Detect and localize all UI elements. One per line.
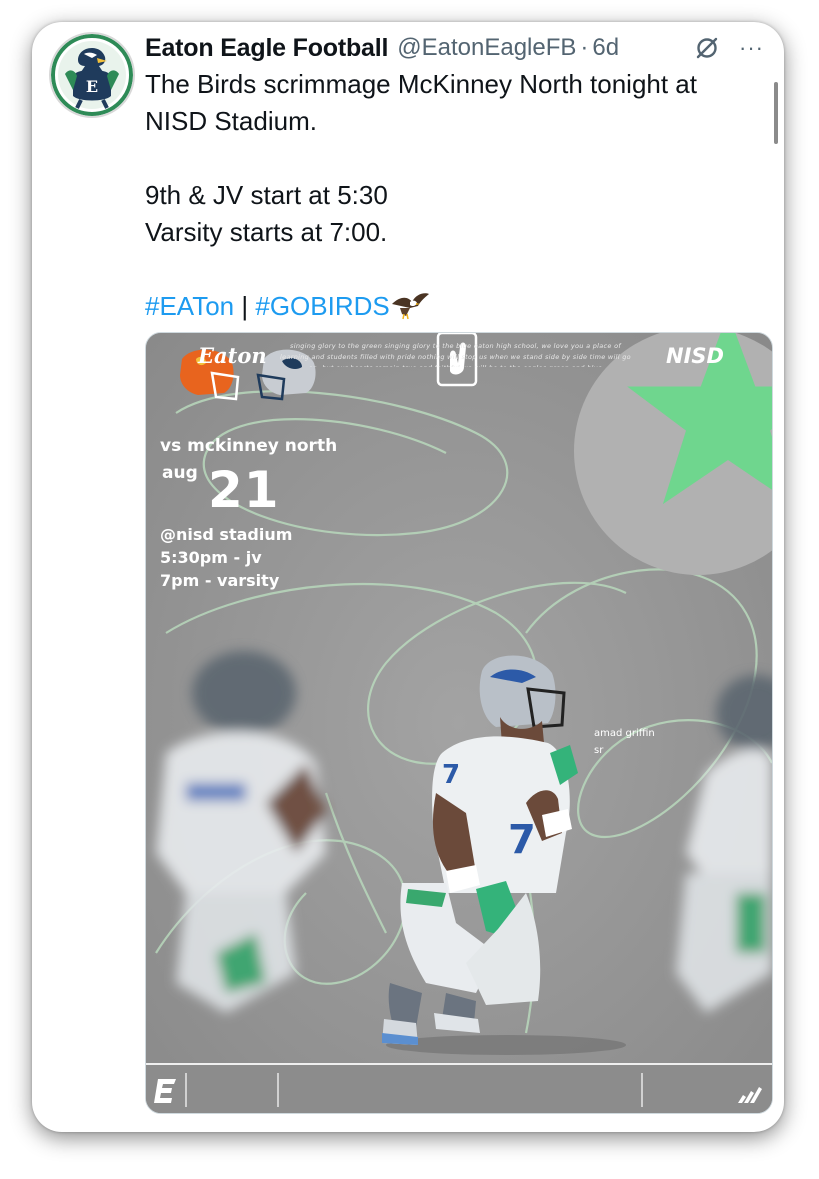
more-options-icon[interactable]: ···: [739, 35, 764, 61]
hashtag-gobirds[interactable]: #GOBIRDS: [255, 291, 389, 321]
eagle-mascot-icon: E: [51, 34, 133, 116]
grok-icon[interactable]: [693, 34, 721, 62]
tweet-text-line: 9th & JV start at 5:30: [145, 180, 388, 210]
tweet-card[interactable]: E Eaton Eagle Football @EatonEagleFB · 6…: [32, 22, 784, 1132]
post-time[interactable]: 6d: [592, 34, 619, 62]
tweet-text-line: Varsity starts at 7:00.: [145, 217, 388, 247]
poster-venue: @nisd stadium: [160, 525, 293, 544]
player-class: sr: [594, 745, 604, 756]
sleeve-number: 7: [442, 760, 460, 790]
author-handle[interactable]: @EatonEagleFB: [397, 34, 576, 62]
footer-lyric: singing glory to the green singing glory…: [280, 342, 631, 367]
eagle-emoji-icon: [390, 290, 430, 320]
meta-separator: ·: [580, 34, 589, 61]
poster-day: 21: [208, 461, 280, 519]
svg-text:E: E: [86, 77, 98, 96]
profile-avatar[interactable]: E: [49, 32, 135, 118]
tweet-text: The Birds scrimmage McKinney North tonig…: [145, 66, 755, 325]
poster-jv-time: 5:30pm - jv: [160, 548, 262, 567]
jersey-number: 7: [508, 817, 536, 863]
author-name[interactable]: Eaton Eagle Football: [145, 34, 388, 63]
scrollbar[interactable]: [774, 82, 778, 144]
tweet-header: Eaton Eagle Football @EatonEagleFB · 6d …: [145, 28, 764, 68]
player-name: amad griffin: [594, 728, 655, 739]
poster-opponent: vs mckinney north: [160, 436, 338, 456]
player-caption: amad griffin sr: [594, 725, 655, 759]
poster-schedule: @nisd stadium 5:30pm - jv 7pm - varsity: [160, 523, 292, 592]
tweet-text-line: The Birds scrimmage McKinney North tonig…: [145, 69, 697, 136]
tweet-media-image[interactable]: 7 7 vs mckinney north aug 21 @nisd stadi…: [145, 332, 773, 1114]
hashtag-line: #EATon | #GOBIRDS: [145, 288, 755, 325]
poster-month: aug: [162, 463, 198, 483]
poster-varsity-time: 7pm - varsity: [160, 571, 280, 590]
footer-brand: Eaton: [198, 343, 267, 368]
hashtag-eaton[interactable]: #EATon: [145, 291, 234, 321]
footer-district: NISD: [666, 344, 724, 368]
hashtag-separator: |: [241, 291, 249, 321]
